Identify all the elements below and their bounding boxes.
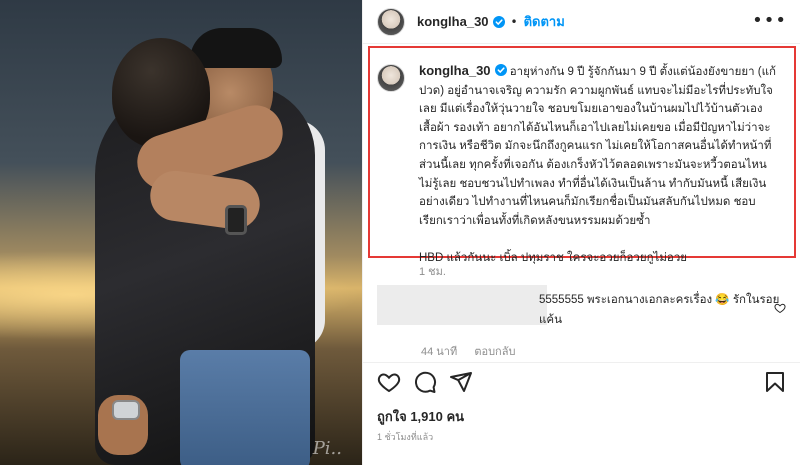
more-icon[interactable]: ••• bbox=[752, 12, 787, 30]
blurred-commenter bbox=[377, 285, 547, 325]
comment-text: 5555555 พระเอกนางเอกละครเรื่อง 😂 รักในรอ… bbox=[539, 294, 780, 326]
bookmark-icon[interactable] bbox=[763, 370, 787, 394]
caption-body-2: HBD แล้วกันนะ เบิ้ล ปทุมราช ใครจะอวยก็อว… bbox=[419, 251, 688, 264]
caption: konglha_30 อายุห่างกัน 9 ปี รู้จักกันมา … bbox=[377, 62, 787, 268]
share-icon[interactable] bbox=[449, 370, 473, 394]
photo-signature: Pi.. bbox=[312, 438, 342, 459]
wrist-watch bbox=[112, 400, 140, 420]
caption-body: อายุห่างกัน 9 ปี รู้จักกันมา 9 ปี ตั้งแต… bbox=[419, 66, 776, 227]
divider bbox=[363, 362, 800, 363]
comment-icon[interactable] bbox=[413, 370, 437, 394]
author-username[interactable]: konglha_30 bbox=[417, 14, 489, 29]
heart-icon[interactable] bbox=[377, 370, 401, 394]
verified-badge-icon bbox=[492, 15, 505, 28]
post-image[interactable]: Pi.. bbox=[0, 0, 362, 465]
caption-text-block: konglha_30 อายุห่างกัน 9 ปี รู้จักกันมา … bbox=[419, 62, 779, 268]
person-jeans bbox=[180, 350, 310, 465]
comment-meta: 44 นาที ตอบกลับ bbox=[421, 342, 529, 360]
action-bar bbox=[377, 370, 787, 394]
author-avatar[interactable] bbox=[377, 7, 405, 36]
person-cap bbox=[190, 28, 282, 68]
post-panel: konglha_30 • ติดตาม ••• konglha_30 อายุห… bbox=[362, 0, 800, 465]
reply-button[interactable]: ตอบกลับ bbox=[474, 346, 515, 358]
caption-username[interactable]: konglha_30 bbox=[419, 63, 491, 78]
comment-heart-icon[interactable] bbox=[774, 302, 786, 314]
wrist-watch bbox=[225, 205, 247, 235]
post-time: 1 ชั่วโมงที่แล้ว bbox=[377, 432, 434, 442]
follow-button[interactable]: ติดตาม bbox=[524, 11, 565, 32]
caption-avatar[interactable] bbox=[377, 64, 405, 92]
post-header: konglha_30 • ติดตาม ••• bbox=[363, 0, 800, 44]
verified-badge-icon bbox=[494, 64, 507, 76]
separator-dot: • bbox=[510, 14, 518, 29]
caption-time: 1 ชม. bbox=[419, 266, 446, 278]
comment-time: 44 นาที bbox=[421, 346, 458, 358]
like-count[interactable]: ถูกใจ 1,910 คน bbox=[377, 406, 464, 427]
